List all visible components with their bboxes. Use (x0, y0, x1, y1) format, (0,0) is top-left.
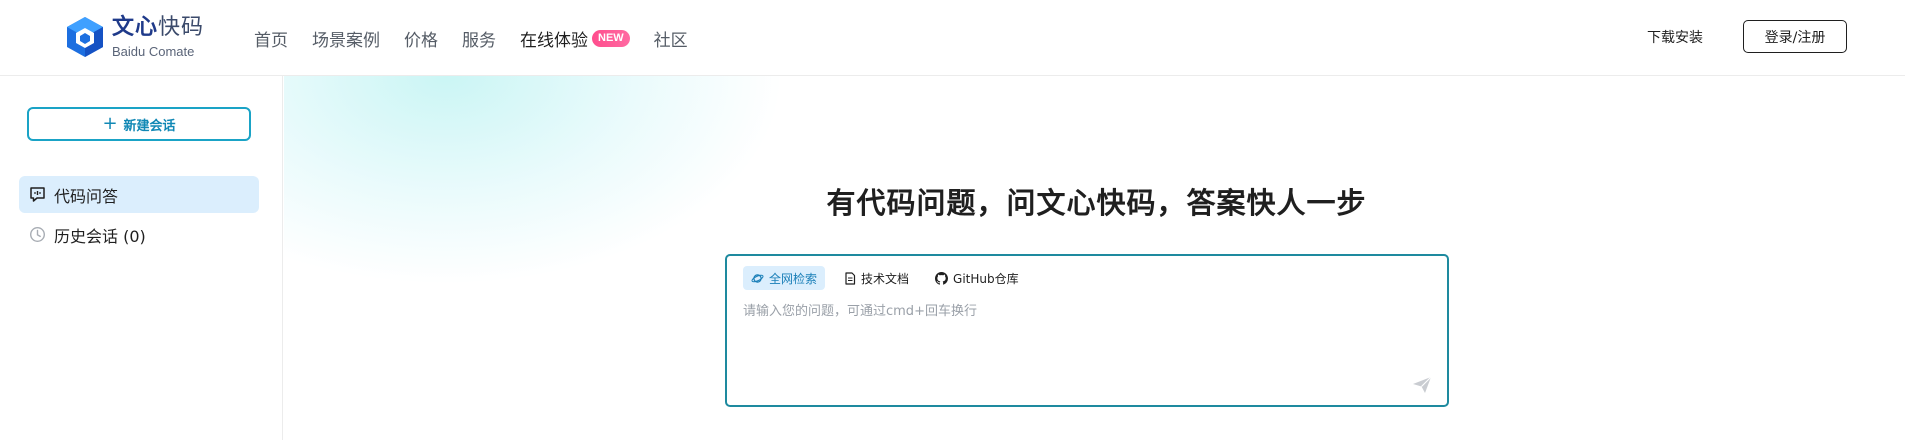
github-icon (935, 271, 949, 285)
download-link[interactable]: 下载安装 (1647, 27, 1703, 47)
main-nav: 首页 场景案例 价格 服务 在线体验 NEW 社区 (254, 0, 712, 76)
logo-subtitle: Baidu Comate (112, 43, 195, 59)
document-icon (843, 271, 856, 285)
nav-pricing[interactable]: 价格 (404, 26, 438, 51)
login-register-button[interactable]: 登录/注册 (1743, 20, 1847, 53)
question-input[interactable] (743, 300, 1423, 370)
tab-label: 全网检索 (769, 271, 818, 286)
new-badge: NEW (592, 29, 630, 47)
logo-title: 文心快码 (112, 14, 205, 40)
search-source-tabs: 全网检索 技术文档 GitHub仓库 (743, 266, 1027, 290)
tab-label: 技术文档 (861, 271, 910, 286)
logo-title-bold: 文心 (112, 14, 159, 40)
tab-tech-docs[interactable]: 技术文档 (835, 266, 917, 290)
plus-icon: + (102, 113, 118, 134)
main-content: 有代码问题，问文心快码，答案快人一步 全网检索 技术文档 GitHub仓库 请输… (284, 76, 1905, 440)
tab-label: GitHub仓库 (953, 271, 1019, 286)
page-title: 有代码问题，问文心快码，答案快人一步 (826, 186, 1367, 220)
nav-online-trial[interactable]: 在线体验 NEW (520, 26, 630, 51)
planet-icon (751, 272, 764, 285)
nav-online-trial-label: 在线体验 (520, 30, 588, 51)
sidebar-item-code-qa[interactable]: 代码问答 (19, 176, 259, 213)
send-icon (1413, 376, 1432, 393)
chat-input-box: 全网检索 技术文档 GitHub仓库 (725, 254, 1449, 407)
new-chat-button[interactable]: + 新建会话 (27, 107, 251, 141)
new-chat-label: 新建会话 (123, 118, 176, 134)
nav-service[interactable]: 服务 (462, 26, 496, 51)
nav-cases[interactable]: 场景案例 (312, 26, 380, 51)
tab-github-repo[interactable]: GitHub仓库 (927, 266, 1027, 290)
logo-text: 文心快码 Baidu Comate (112, 14, 205, 59)
chat-code-icon (28, 186, 46, 204)
sidebar-item-label: 历史会话 (0) (54, 226, 146, 246)
brand-logo[interactable]: 文心快码 Baidu Comate (66, 14, 204, 60)
sidebar-item-history[interactable]: 历史会话 (0) (19, 216, 259, 253)
nav-community[interactable]: 社区 (654, 26, 688, 51)
comate-logo-icon (67, 17, 103, 57)
sidebar: + 新建会话 代码问答 历史会话 (0) (0, 76, 283, 440)
sidebar-item-label: 代码问答 (54, 186, 119, 206)
clock-icon (28, 226, 46, 244)
tab-web-search[interactable]: 全网检索 (743, 266, 826, 290)
top-header: 文心快码 Baidu Comate 首页 场景案例 价格 服务 在线体验 NEW… (0, 0, 1905, 76)
nav-home[interactable]: 首页 (254, 26, 288, 51)
logo-title-light: 快码 (158, 14, 205, 40)
header-actions: 下载安装 登录/注册 (1647, 20, 1847, 53)
send-button[interactable] (1411, 375, 1433, 395)
